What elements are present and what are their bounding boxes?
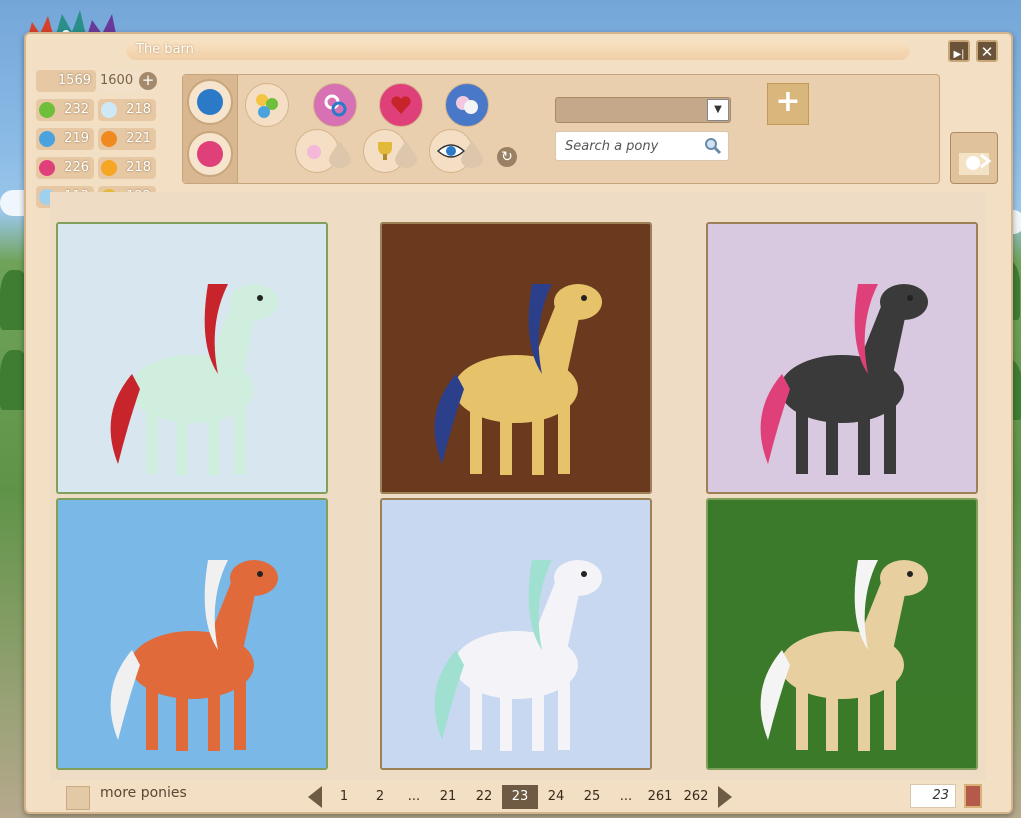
barn-toolbar: ↻ ▼ Search a pony + [182,74,940,184]
pony-image [708,224,976,492]
pony-card-golden-winged-pegasus[interactable] [380,222,652,494]
star-icon [197,141,223,167]
pass-max-value: 1600 [100,73,134,88]
pass-max: 1600 + [98,70,157,92]
pony-image [58,224,326,492]
folder-star-icon [197,89,223,115]
fire-icon [101,131,117,147]
stat-value: 218 [126,102,151,117]
page-link-22[interactable]: 22 [466,785,502,809]
reset-filters-button[interactable]: ↻ [497,147,517,167]
chevron-down-icon[interactable]: ▼ [707,99,729,121]
pony-card-autumn-fairy-unicorn[interactable] [56,498,328,770]
pony-pair-icon [456,96,478,114]
pony-image [708,500,976,768]
cloud-icon [101,102,117,118]
stat-heart: 226 [36,157,94,179]
page-link-262[interactable]: 262 [678,785,714,809]
add-category-button[interactable]: + [767,83,809,125]
stat-value: 218 [126,160,151,175]
go-page-button[interactable] [964,784,982,808]
refresh-icon: ↻ [501,149,513,165]
filter-love-button[interactable] [379,83,423,127]
category-select[interactable]: ▼ [555,97,731,123]
heart-ring-icon [391,96,411,114]
dock-icon: ▶| [953,49,965,60]
flowers-icon [256,94,278,118]
page-link-25[interactable]: 25 [574,785,610,809]
page-link-24[interactable]: 24 [538,785,574,809]
page-ellipsis: ... [407,789,421,804]
folder-tab-button[interactable] [187,79,233,125]
pony-folder-icon [959,153,992,175]
search-placeholder: Search a pony [565,139,659,154]
pony-card-gingerbread-winter-pony[interactable] [56,222,328,494]
heart-icon [39,160,55,176]
dock-button[interactable]: ▶| [948,40,970,62]
pony-image [382,224,650,492]
page-link-21[interactable]: 21 [430,785,466,809]
stat-fire: 221 [98,128,156,150]
stat-apple: 232 [36,99,94,121]
stat-value: 226 [64,160,89,175]
pass-value: 1569 [57,73,91,88]
pony-image [58,500,326,768]
close-icon: ✕ [980,43,994,61]
page-link-2[interactable]: 2 [362,785,398,809]
search-icon[interactable] [704,137,722,155]
barn-window: The barn ▶| ✕ 1569 1600 + 232 218 219 221 22… [24,32,1013,814]
stat-cloud: 218 [98,99,156,121]
horseshoe-icon [39,131,55,147]
page-number-input[interactable]: 23 [910,784,956,808]
page-link-261[interactable]: 261 [642,785,678,809]
pagination: 1 2... 21 22 23 24 25... 261 262 [304,784,736,810]
more-ponies-label: more ponies [100,785,187,801]
stat-horseshoe: 219 [36,128,94,150]
drop-icon [329,141,351,168]
filter-flowers-button[interactable] [245,83,289,127]
page-link-23[interactable]: 23 [502,785,538,809]
search-input[interactable]: Search a pony [555,131,729,161]
prev-page-button[interactable] [308,786,322,808]
drop-icon [461,141,483,168]
stat-value: 219 [64,131,89,146]
stat-value: 221 [126,131,151,146]
drop-icon [395,141,417,168]
pony-card-easter-bells-unicorn[interactable] [706,498,978,770]
filter-gender-button[interactable] [313,83,357,127]
view-tabs [183,75,238,183]
gender-icon [324,94,347,117]
stat-value: 232 [64,102,89,117]
pony-image [382,500,650,768]
more-ponies-checkbox[interactable] [66,786,90,810]
buy-pass-button[interactable]: + [139,72,157,90]
paw-icon [101,160,117,176]
pony-card-black-top-hat-pony[interactable] [706,222,978,494]
page-link-1[interactable]: 1 [326,785,362,809]
pass-counter: 1569 [36,70,96,92]
apple-icon [39,102,55,118]
stat-paw: 218 [98,157,156,179]
window-title: The barn [126,40,910,60]
close-button[interactable]: ✕ [976,40,998,62]
filter-breeding-button[interactable] [445,83,489,127]
next-page-button[interactable] [718,786,732,808]
favorites-tab-button[interactable] [187,131,233,177]
move-pony-folder-button[interactable] [950,132,998,184]
pony-card-snow-pegasus[interactable] [380,498,652,770]
page-ellipsis: ... [619,789,633,804]
